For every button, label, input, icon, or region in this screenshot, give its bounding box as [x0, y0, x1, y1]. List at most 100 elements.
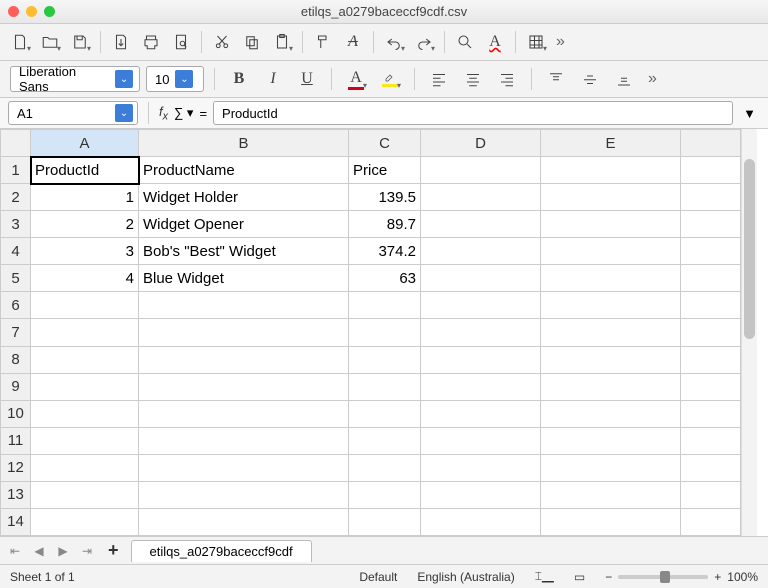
vertical-scrollbar[interactable]: [741, 129, 757, 536]
col-header-D[interactable]: D: [421, 130, 541, 157]
cell-2[interactable]: [681, 184, 741, 211]
cell-A13[interactable]: [31, 481, 139, 508]
redo-button[interactable]: [410, 28, 438, 56]
cut-button[interactable]: [208, 28, 236, 56]
cell-A8[interactable]: [31, 346, 139, 373]
cell-D11[interactable]: [421, 427, 541, 454]
row-header-8[interactable]: 8: [1, 346, 31, 373]
cell-7[interactable]: [681, 319, 741, 346]
underline-button[interactable]: U: [293, 65, 321, 93]
cell-A5[interactable]: 4: [31, 265, 139, 292]
open-button[interactable]: [36, 28, 64, 56]
cell-A6[interactable]: [31, 292, 139, 319]
undo-button[interactable]: [380, 28, 408, 56]
cell-C13[interactable]: [349, 481, 421, 508]
col-header-extra[interactable]: [681, 130, 741, 157]
cell-B8[interactable]: [139, 346, 349, 373]
row-header-14[interactable]: 14: [1, 508, 31, 535]
cell-A14[interactable]: [31, 508, 139, 535]
cell-B9[interactable]: [139, 373, 349, 400]
cell-C7[interactable]: [349, 319, 421, 346]
align-left-button[interactable]: [425, 65, 453, 93]
cell-D13[interactable]: [421, 481, 541, 508]
add-sheet-button[interactable]: +: [102, 540, 125, 561]
cell-E10[interactable]: [541, 400, 681, 427]
cell-14[interactable]: [681, 508, 741, 535]
format-overflow[interactable]: »: [644, 70, 661, 88]
cell-C2[interactable]: 139.5: [349, 184, 421, 211]
col-header-A[interactable]: A: [31, 130, 139, 157]
col-header-C[interactable]: C: [349, 130, 421, 157]
row-header-3[interactable]: 3: [1, 211, 31, 238]
font-color-button[interactable]: A: [342, 65, 370, 93]
clone-formatting-button[interactable]: [309, 28, 337, 56]
sheet-tab[interactable]: etilqs_a0279baceccf9cdf: [131, 540, 312, 562]
cell-E13[interactable]: [541, 481, 681, 508]
cell-E2[interactable]: [541, 184, 681, 211]
cell-B1[interactable]: ProductName: [139, 157, 349, 184]
italic-button[interactable]: I: [259, 65, 287, 93]
cell-5[interactable]: [681, 265, 741, 292]
row-header-1[interactable]: 1: [1, 157, 31, 184]
spellcheck-button[interactable]: A: [481, 28, 509, 56]
cell-8[interactable]: [681, 346, 741, 373]
cell-D1[interactable]: [421, 157, 541, 184]
cell-9[interactable]: [681, 373, 741, 400]
find-button[interactable]: [451, 28, 479, 56]
last-sheet-button[interactable]: ⇥: [78, 542, 96, 560]
cell-C8[interactable]: [349, 346, 421, 373]
zoom-slider[interactable]: [618, 575, 708, 579]
cell-C14[interactable]: [349, 508, 421, 535]
row-col-button[interactable]: [522, 28, 550, 56]
cell-A4[interactable]: 3: [31, 238, 139, 265]
cell-E6[interactable]: [541, 292, 681, 319]
formula-input[interactable]: ProductId: [213, 101, 733, 125]
row-header-4[interactable]: 4: [1, 238, 31, 265]
next-sheet-button[interactable]: ▶: [54, 542, 72, 560]
zoom-out-icon[interactable]: −: [605, 570, 612, 584]
row-header-5[interactable]: 5: [1, 265, 31, 292]
cell-B2[interactable]: Widget Holder: [139, 184, 349, 211]
cell-E5[interactable]: [541, 265, 681, 292]
row-header-13[interactable]: 13: [1, 481, 31, 508]
cell-10[interactable]: [681, 400, 741, 427]
cell-3[interactable]: [681, 211, 741, 238]
cell-C1[interactable]: Price: [349, 157, 421, 184]
cell-11[interactable]: [681, 427, 741, 454]
cell-4[interactable]: [681, 238, 741, 265]
row-header-9[interactable]: 9: [1, 373, 31, 400]
function-wizard-button[interactable]: fx: [159, 104, 168, 123]
cell-D8[interactable]: [421, 346, 541, 373]
new-button[interactable]: [6, 28, 34, 56]
cell-B13[interactable]: [139, 481, 349, 508]
cell-C6[interactable]: [349, 292, 421, 319]
cell-6[interactable]: [681, 292, 741, 319]
cell-A7[interactable]: [31, 319, 139, 346]
cell-A3[interactable]: 2: [31, 211, 139, 238]
cell-A9[interactable]: [31, 373, 139, 400]
cell-B6[interactable]: [139, 292, 349, 319]
cell-D9[interactable]: [421, 373, 541, 400]
language-label[interactable]: English (Australia): [417, 570, 514, 584]
cell-style-label[interactable]: Default: [359, 570, 397, 584]
cell-C12[interactable]: [349, 454, 421, 481]
cell-E1[interactable]: [541, 157, 681, 184]
cell-D12[interactable]: [421, 454, 541, 481]
align-bottom-button[interactable]: [610, 65, 638, 93]
cell-D10[interactable]: [421, 400, 541, 427]
row-header-2[interactable]: 2: [1, 184, 31, 211]
print-button[interactable]: [137, 28, 165, 56]
cell-E9[interactable]: [541, 373, 681, 400]
font-name-select[interactable]: Liberation Sans ⌄: [10, 66, 140, 92]
cell-A1[interactable]: ProductId: [31, 157, 139, 184]
cell-B14[interactable]: [139, 508, 349, 535]
cell-1[interactable]: [681, 157, 741, 184]
bold-button[interactable]: B: [225, 65, 253, 93]
zoom-in-icon[interactable]: +: [714, 570, 721, 584]
cell-A12[interactable]: [31, 454, 139, 481]
cell-E12[interactable]: [541, 454, 681, 481]
cell-E8[interactable]: [541, 346, 681, 373]
zoom-control[interactable]: − + 100%: [605, 570, 758, 584]
cell-E14[interactable]: [541, 508, 681, 535]
clear-formatting-button[interactable]: A: [339, 28, 367, 56]
